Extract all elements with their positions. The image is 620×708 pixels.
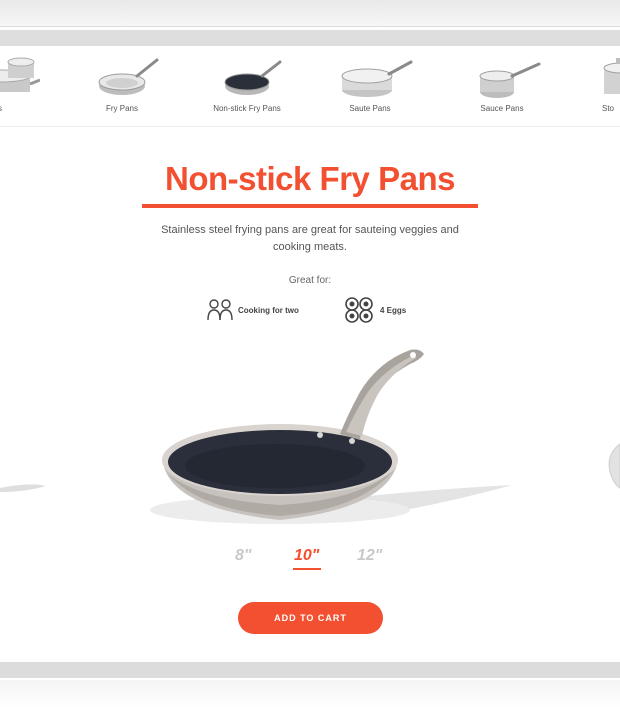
feature-label: Cooking for two [238,305,299,315]
category-item-sauce-pans[interactable]: Sauce Pans [447,46,557,126]
page-title: Non-stick Fry Pans [165,160,455,197]
people-icon [207,299,233,321]
product-description: Stainless steel frying pans are great fo… [161,224,459,253]
category-label: Sauce Pans [480,104,524,113]
category-label: s [0,104,2,113]
non-stick-fry-pan-image [0,349,620,524]
non-stick-pan-icon [224,60,282,95]
prev-pan-edge [0,484,46,492]
browser-top-shadow [0,0,620,27]
fry-pan-icon [98,58,159,95]
category-label: Sto [602,104,615,113]
bottom-frame-bar [0,662,620,678]
stock-pot-icon [603,58,620,94]
next-pan-edge [608,443,620,489]
selected-size-underline [293,568,321,570]
category-label: Fry Pans [105,104,138,113]
product-image-carousel[interactable] [0,340,620,540]
size-option-8[interactable]: 8" [235,547,251,565]
top-frame-bar [0,30,620,46]
title-underline [142,204,478,208]
add-to-cart-button[interactable]: ADD TO CART [238,602,383,634]
saute-pan-icon [341,60,413,97]
category-label: Saute Pans [349,104,391,113]
category-label: Non-stick Fry Pans [213,104,281,113]
size-option-10[interactable]: 10" [294,547,319,565]
category-nav: s Fry Pans Non-stick Fry Pans Saute Pans [0,46,620,127]
feature-label: 4 Eggs [380,305,407,315]
browser-bottom-shadow [0,680,620,708]
sauce-pan-icon [479,62,541,98]
eggs-icon [345,297,373,323]
category-item-non-stick-fry-pans[interactable]: Non-stick Fry Pans [192,46,302,126]
feature-eggs: 4 Eggs [345,297,406,323]
category-item-saute-pans[interactable]: Saute Pans [315,46,425,126]
category-item-fry-pans[interactable]: Fry Pans [67,46,177,126]
size-option-12[interactable]: 12" [357,547,382,565]
feature-cooking-for-two: Cooking for two [207,297,299,323]
category-item-stock-pots[interactable]: Sto [580,46,620,126]
great-for-label: Great for: [288,275,332,286]
cookware-set-icon [0,57,40,92]
category-item-sets[interactable]: s [0,46,40,126]
